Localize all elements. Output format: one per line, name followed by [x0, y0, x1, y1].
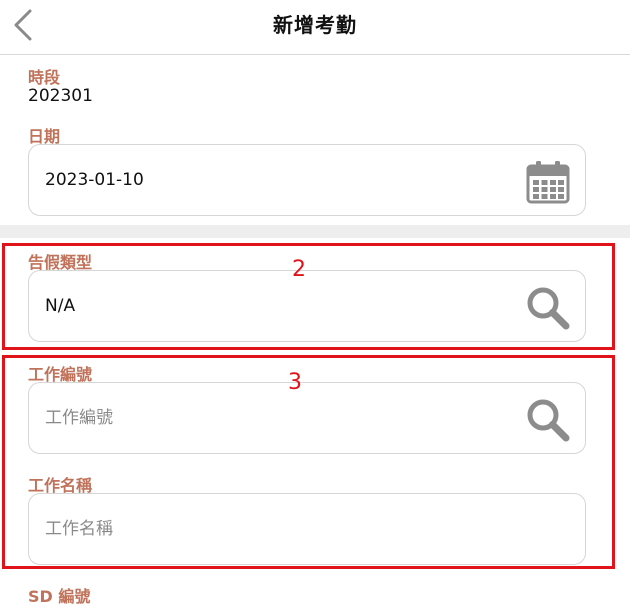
date-value: 2023-01-10: [45, 170, 144, 190]
date-field[interactable]: 2023-01-10: [28, 144, 586, 216]
annotation-box-3: [2, 355, 615, 569]
annotation-box-2: [2, 243, 615, 350]
calendar-icon[interactable]: [525, 159, 571, 205]
annotation-marker-3: 3: [288, 370, 302, 395]
section-divider: [0, 225, 630, 238]
sd-number-label: SD 編號: [28, 587, 91, 606]
period-value: 202301: [28, 86, 93, 106]
period-label: 時段: [28, 68, 61, 87]
page-title: 新增考勤: [273, 13, 357, 37]
app-header: 新增考勤: [0, 0, 630, 55]
annotation-marker-2: 2: [292, 257, 306, 282]
